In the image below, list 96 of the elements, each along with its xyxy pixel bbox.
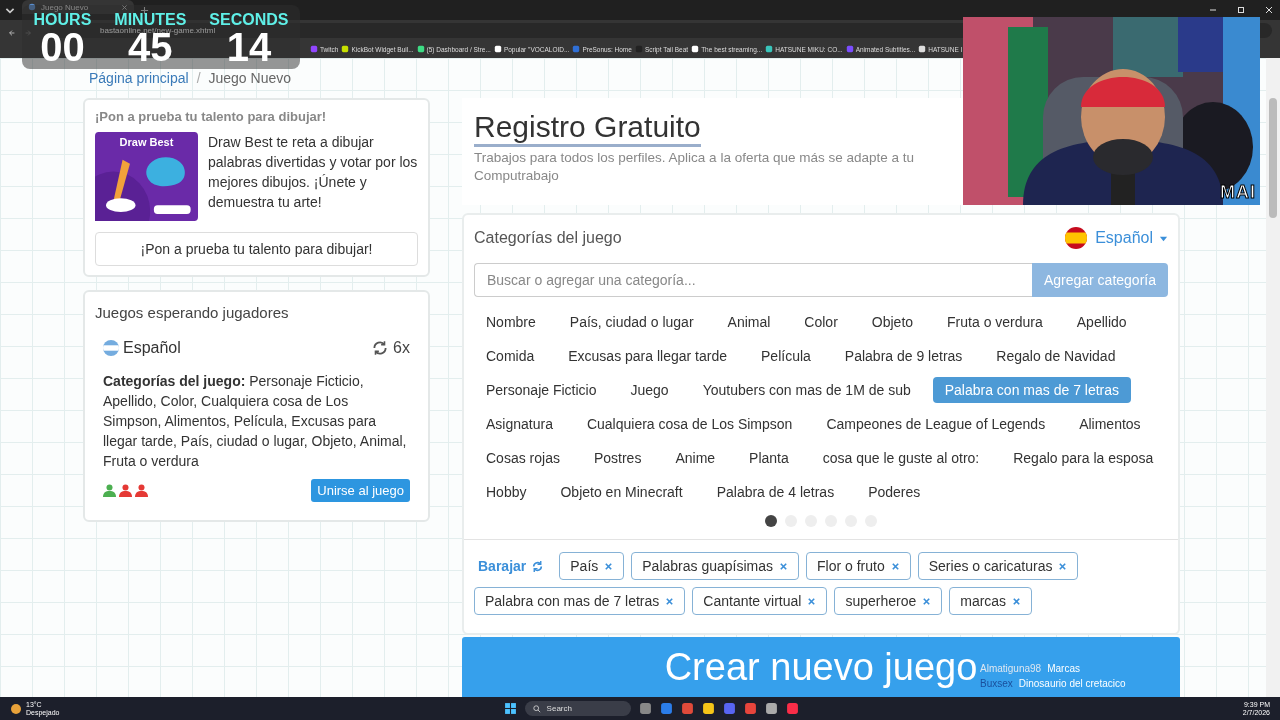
chat-message: Marcas xyxy=(1047,663,1080,674)
ad-text: Trabajos para todos los perfiles. Aplica a la oferta que más se adapte a tu xyxy=(474,149,915,167)
category-chip[interactable]: Color xyxy=(792,309,850,335)
tag-label: País xyxy=(570,558,599,574)
ad-text: Computrabajo xyxy=(474,167,560,185)
search-icon xyxy=(532,704,541,713)
breadcrumb-link[interactable]: Página principal xyxy=(89,70,189,90)
category-chip[interactable]: Regalo de Navidad xyxy=(984,343,1128,369)
taskbar-search[interactable]: Search xyxy=(524,701,631,716)
tag-label: marcas xyxy=(960,593,1007,609)
category-chip[interactable]: Personaje Ficticio xyxy=(474,377,609,403)
category-chip[interactable]: Película xyxy=(749,343,823,369)
category-chip[interactable]: País, ciudad o lugar xyxy=(557,309,706,335)
app-icon[interactable] xyxy=(764,702,778,715)
remove-icon[interactable] xyxy=(922,596,932,606)
category-chip[interactable]: Planta xyxy=(737,445,801,471)
category-chip[interactable]: Cosas rojas xyxy=(474,445,572,471)
category-chip[interactable]: Excusas para llegar tarde xyxy=(556,343,739,369)
promo-description: Draw Best te reta a dibujar palabras divertidas y votar por los mejores dibujos. ¡Únete y demuestra tu arte! xyxy=(208,133,418,212)
remove-icon[interactable] xyxy=(1012,596,1022,606)
category-chip[interactable]: Nombre xyxy=(474,309,548,335)
remove-icon[interactable] xyxy=(779,561,789,571)
tag-label: superheroe xyxy=(845,593,917,609)
category-chip[interactable]: Youtubers con mas de 1M de sub xyxy=(690,377,923,403)
category-chip[interactable]: Animal xyxy=(715,309,783,335)
tag-label: Series o caricaturas xyxy=(928,558,1053,574)
rounds-count: 6x xyxy=(393,339,410,357)
bookmark-icon xyxy=(691,45,700,53)
category-chip[interactable]: Poderes xyxy=(856,479,933,505)
category-chip[interactable]: Regalo para la esposa xyxy=(1001,445,1166,471)
category-chip[interactable]: Palabra de 4 letras xyxy=(704,479,847,505)
category-chip[interactable]: Palabra de 9 letras xyxy=(832,343,975,369)
scrollbar-thumb[interactable] xyxy=(1269,98,1277,218)
category-chip[interactable]: Comida xyxy=(474,343,547,369)
restore-icon[interactable] xyxy=(1236,5,1246,15)
remove-icon[interactable] xyxy=(807,596,817,606)
close-icon[interactable] xyxy=(1264,5,1274,15)
bookmark-icon xyxy=(341,45,350,53)
category-chip[interactable]: Alimentos xyxy=(1067,411,1153,437)
browser-tab[interactable]: Juego Nuevo xyxy=(22,0,134,14)
bookmark-icon xyxy=(845,45,854,53)
category-chip[interactable]: cosa que le guste al otro: xyxy=(810,445,992,471)
section-title: Categorías del juego xyxy=(474,229,622,247)
category-chip[interactable]: Hobby xyxy=(474,479,539,505)
category-chip[interactable]: Fruta o verdura xyxy=(935,309,1055,335)
chat-message: Dinosaurio del cretacico xyxy=(1018,678,1126,689)
app-icon[interactable] xyxy=(701,702,715,715)
breadcrumb-separator: / xyxy=(196,70,201,88)
app-icon[interactable] xyxy=(638,702,652,715)
scrollbar[interactable] xyxy=(1266,58,1280,697)
bookmark-icon xyxy=(765,45,774,53)
category-chip[interactable]: Cualquiera cosa de Los Simpson xyxy=(574,411,805,437)
bookmark-icon xyxy=(310,45,318,53)
back-icon[interactable] xyxy=(8,29,16,37)
game-language: Español xyxy=(123,339,181,357)
tag-label: Palabra con mas de 7 letras xyxy=(485,593,660,609)
category-chip[interactable]: Objeto xyxy=(859,309,926,335)
remove-icon[interactable] xyxy=(665,596,675,606)
app-icon[interactable] xyxy=(743,702,757,715)
app-icon[interactable] xyxy=(785,702,799,715)
category-chip[interactable]: Postres xyxy=(581,445,654,471)
weather-icon xyxy=(10,702,22,715)
remove-icon[interactable] xyxy=(1058,561,1068,571)
tag-label: Cantante virtual xyxy=(703,593,802,609)
promo-button[interactable]: ¡Pon a prueba tu talento para dibujar! xyxy=(95,232,418,266)
tag-label: Flor o fruto xyxy=(817,558,885,574)
globe-icon xyxy=(28,3,36,11)
category-search-field[interactable]: Buscar o agregar una categoría... xyxy=(474,263,1032,297)
category-chip[interactable]: Juego xyxy=(618,377,681,403)
tag-label: Palabras guapísimas xyxy=(642,558,774,574)
ad-title: Registro Gratuito xyxy=(474,112,701,147)
remove-icon[interactable] xyxy=(890,561,900,571)
chat-username: Almatiguna98 xyxy=(980,663,1042,674)
category-chip[interactable]: Campeones de League of Legends xyxy=(814,411,1058,437)
category-chip[interactable]: Asignatura xyxy=(474,411,565,437)
promo-title: ¡Pon a prueba tu talento para dibujar! xyxy=(95,109,328,124)
category-chip[interactable]: Objeto en Minecraft xyxy=(548,479,695,505)
refresh-icon xyxy=(531,559,545,573)
flag-icon xyxy=(1065,227,1088,249)
promo-art-title: Draw Best xyxy=(118,136,175,148)
bookmark-icon xyxy=(572,45,581,53)
category-chip[interactable]: Apellido xyxy=(1064,309,1139,335)
category-chip[interactable]: Anime xyxy=(663,445,728,471)
bookmark-icon xyxy=(416,45,425,53)
flag-icon xyxy=(103,340,119,356)
section-title: Juegos esperando jugadores xyxy=(95,304,290,321)
remove-icon[interactable] xyxy=(604,561,614,571)
new-tab-icon[interactable] xyxy=(140,5,149,15)
game-categories: Categorías del juego: Personaje Ficticio, Apellido, Color, Cualquiera cosa de Los Simpson, Alimentos, Película, Excusas para llegar tarde, País, ciudad o lugar, Objeto, Animal, Fruta o verdura xyxy=(103,372,408,471)
page-dot[interactable] xyxy=(765,515,777,527)
app-icon[interactable] xyxy=(659,702,673,715)
bookmark-icon xyxy=(493,45,502,53)
breadcrumb-current: Juego Nuevo xyxy=(208,70,292,88)
windows-icon[interactable] xyxy=(503,702,517,715)
chat-username: Buxsex xyxy=(980,678,1013,689)
bookmark-icon xyxy=(918,45,927,53)
